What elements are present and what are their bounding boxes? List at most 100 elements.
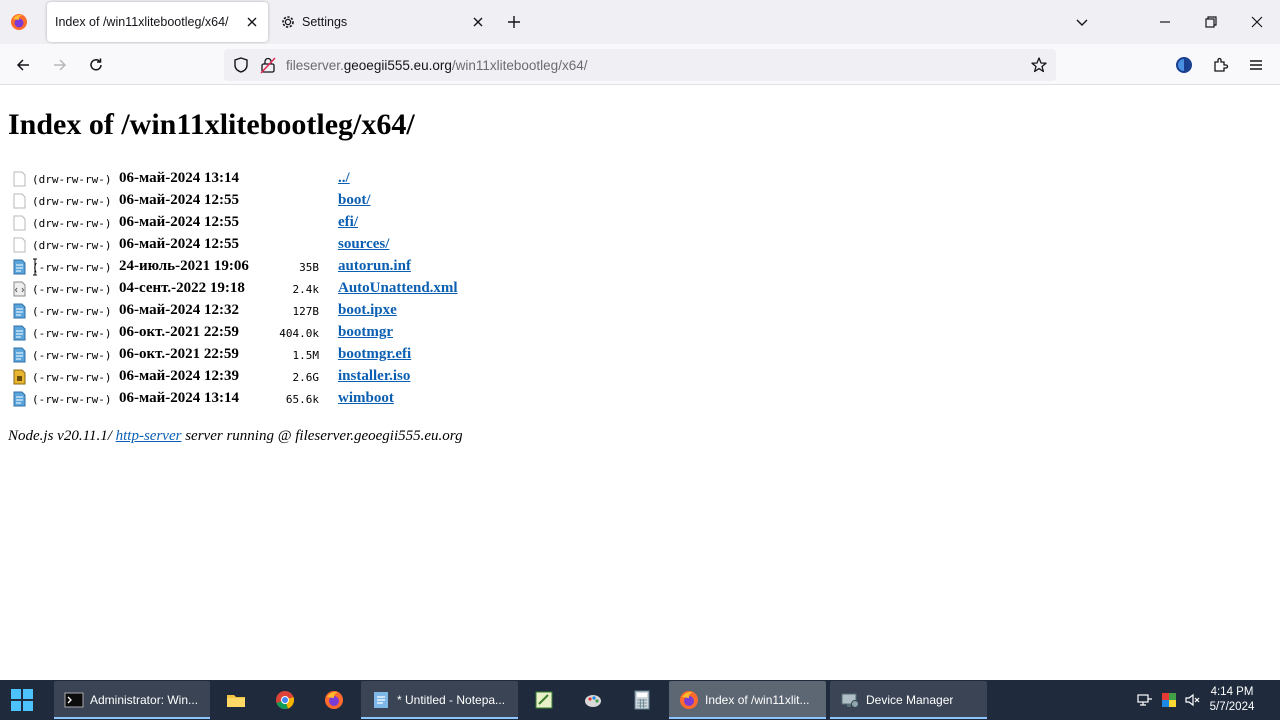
account-avatar-icon[interactable] [1175, 56, 1193, 74]
taskbar-item-firefox[interactable] [314, 681, 354, 719]
file-size: 404.0k [279, 327, 319, 340]
file-link[interactable]: sources/ [338, 236, 389, 253]
listing-row: (-rw-rw-rw-) 06-май-2024 12:39 2.6G install… [8, 366, 528, 388]
minimize-icon[interactable] [1157, 14, 1173, 30]
clock-time: 4:14 PM [1210, 686, 1254, 698]
running-indicator [54, 717, 210, 719]
listing-row: (-rw-rw-rw-) 04-сент.-2022 19:18 2.4k AutoU… [8, 278, 528, 300]
terminal-icon [64, 692, 84, 708]
taskbar-item-label: Administrator: Win... [90, 693, 199, 707]
running-indicator [361, 717, 518, 719]
close-tab-icon[interactable] [244, 14, 260, 30]
file-modified-date: 06-май-2024 12:55 [119, 214, 239, 230]
file-explorer-icon [227, 695, 245, 707]
taskbar-item-device-manager[interactable]: Device Manager [830, 681, 987, 719]
folder-icon [13, 193, 26, 209]
taskbar-item-label: * Untitled - Notepa... [397, 693, 506, 707]
taskbar-item-paint[interactable] [573, 681, 613, 719]
file-link[interactable]: ../ [338, 170, 350, 187]
file-link[interactable]: boot/ [338, 192, 371, 209]
reload-icon[interactable] [87, 56, 105, 74]
new-tab-icon[interactable] [506, 14, 522, 30]
insecure-lock-icon[interactable] [260, 56, 276, 74]
file-link[interactable]: bootmgr [338, 324, 393, 341]
tab-index[interactable]: Index of /win11xlitebootleg/x64/ [47, 2, 268, 42]
paint-palette-icon [585, 695, 601, 707]
listing-row: (drw-rw-rw-) 06-май-2024 12:55 efi/ [8, 212, 528, 234]
file-permissions: (-rw-rw-rw-) [32, 305, 112, 318]
forward-arrow-icon[interactable] [51, 56, 69, 74]
file-link[interactable]: wimboot [338, 390, 394, 407]
http-server-link[interactable]: http-server [116, 428, 182, 444]
close-window-icon[interactable] [1249, 14, 1265, 30]
text-file-icon [13, 325, 26, 341]
file-permissions: (-rw-rw-rw-) [32, 371, 112, 384]
windows-start-icon[interactable] [10, 688, 34, 712]
url-prefix: fileserver. [286, 58, 344, 73]
file-size: 1.5M [292, 349, 320, 362]
hamburger-menu-icon[interactable] [1247, 56, 1265, 74]
file-size: 2.4k [292, 283, 320, 296]
network-icon[interactable] [1136, 691, 1154, 709]
tab-settings[interactable]: Settings [272, 2, 494, 42]
listing-row: (drw-rw-rw-) 06-май-2024 12:55 boot/ [8, 190, 528, 212]
taskbar-item-calculator[interactable] [622, 681, 662, 719]
chrome-icon [276, 691, 295, 710]
url-text[interactable]: fileserver.geoegii555.eu.org/win11xliteb… [286, 58, 587, 73]
text-file-icon [13, 391, 26, 407]
taskbar-item-chrome[interactable] [265, 681, 305, 719]
footer-prefix: Node.js v20.11.1/ [8, 428, 116, 444]
taskbar-item-firefox-window[interactable]: Index of /win11xlit... [669, 681, 826, 719]
bookmark-star-icon[interactable] [1030, 56, 1048, 74]
listing-row: (-rw-rw-rw-) 06-окт.-2021 22:59 1.5M bootmg… [8, 344, 528, 366]
volume-muted-icon[interactable] [1184, 691, 1202, 709]
file-permissions: (drw-rw-rw-) [32, 195, 112, 208]
directory-listing: (drw-rw-rw-) 06-май-2024 13:14 ../(drw-rw-… [8, 168, 528, 410]
listing-row: (drw-rw-rw-) 06-май-2024 12:55 sources/ [8, 234, 528, 256]
file-link[interactable]: AutoUnattend.xml [338, 280, 458, 297]
file-link[interactable]: efi/ [338, 214, 358, 231]
firefox-menu-icon[interactable] [10, 13, 28, 31]
back-arrow-icon[interactable] [14, 56, 32, 74]
color-display-icon[interactable] [1160, 691, 1178, 709]
text-file-icon [13, 347, 26, 363]
tracking-protection-shield-icon[interactable] [232, 56, 250, 74]
file-modified-date: 06-окт.-2021 22:59 [119, 324, 239, 340]
file-modified-date: 06-май-2024 12:32 [119, 302, 239, 318]
windows-taskbar: Administrator: Win... * Untitled - Notep… [0, 680, 1280, 720]
text-file-icon [13, 303, 26, 319]
archive-file-icon [13, 369, 26, 385]
extensions-puzzle-icon[interactable] [1211, 56, 1229, 74]
text-cursor-icon [33, 258, 37, 276]
taskbar-item-terminal[interactable]: Administrator: Win... [54, 681, 210, 719]
taskbar-item-label: Device Manager [866, 693, 954, 707]
file-permissions: (-rw-rw-rw-) [32, 327, 112, 340]
firefox-icon [325, 691, 343, 709]
server-footer: Node.js v20.11.1/ http-server server run… [8, 428, 463, 445]
file-size: 35B [299, 261, 319, 274]
address-bar[interactable]: fileserver.geoegii555.eu.org/win11xliteb… [224, 49, 1056, 81]
gear-icon [282, 16, 294, 28]
file-size: 65.6k [285, 393, 319, 406]
file-modified-date: 06-май-2024 12:39 [119, 368, 239, 384]
system-clock[interactable]: 4:14 PM 5/7/2024 [1204, 685, 1260, 715]
file-modified-date: 06-май-2024 12:55 [119, 192, 239, 208]
file-link[interactable]: installer.iso [338, 368, 410, 385]
taskbar-item-explorer[interactable] [216, 681, 256, 719]
restore-icon[interactable] [1203, 14, 1219, 30]
file-permissions: (-rw-rw-rw-) [32, 283, 112, 296]
navigation-toolbar: fileserver.geoegii555.eu.org/win11xliteb… [0, 44, 1280, 85]
listing-row: (-rw-rw-rw-) 06-окт.-2021 22:59 404.0k boot… [8, 322, 528, 344]
file-link[interactable]: bootmgr.efi [338, 346, 411, 363]
taskbar-item-editor[interactable] [524, 681, 564, 719]
file-permissions: (drw-rw-rw-) [32, 239, 112, 252]
file-modified-date: 24-июль-2021 19:06 [119, 258, 249, 274]
file-size: 127B [292, 305, 320, 318]
running-indicator [669, 717, 826, 719]
file-link[interactable]: autorun.inf [338, 258, 411, 275]
list-all-tabs-icon[interactable] [1074, 14, 1090, 30]
close-tab-icon[interactable] [470, 14, 486, 30]
listing-row: (-rw-rw-rw-) 06-май-2024 12:32 127B boot.ip… [8, 300, 528, 322]
taskbar-item-notepad[interactable]: * Untitled - Notepa... [361, 681, 518, 719]
file-link[interactable]: boot.ipxe [338, 302, 397, 319]
